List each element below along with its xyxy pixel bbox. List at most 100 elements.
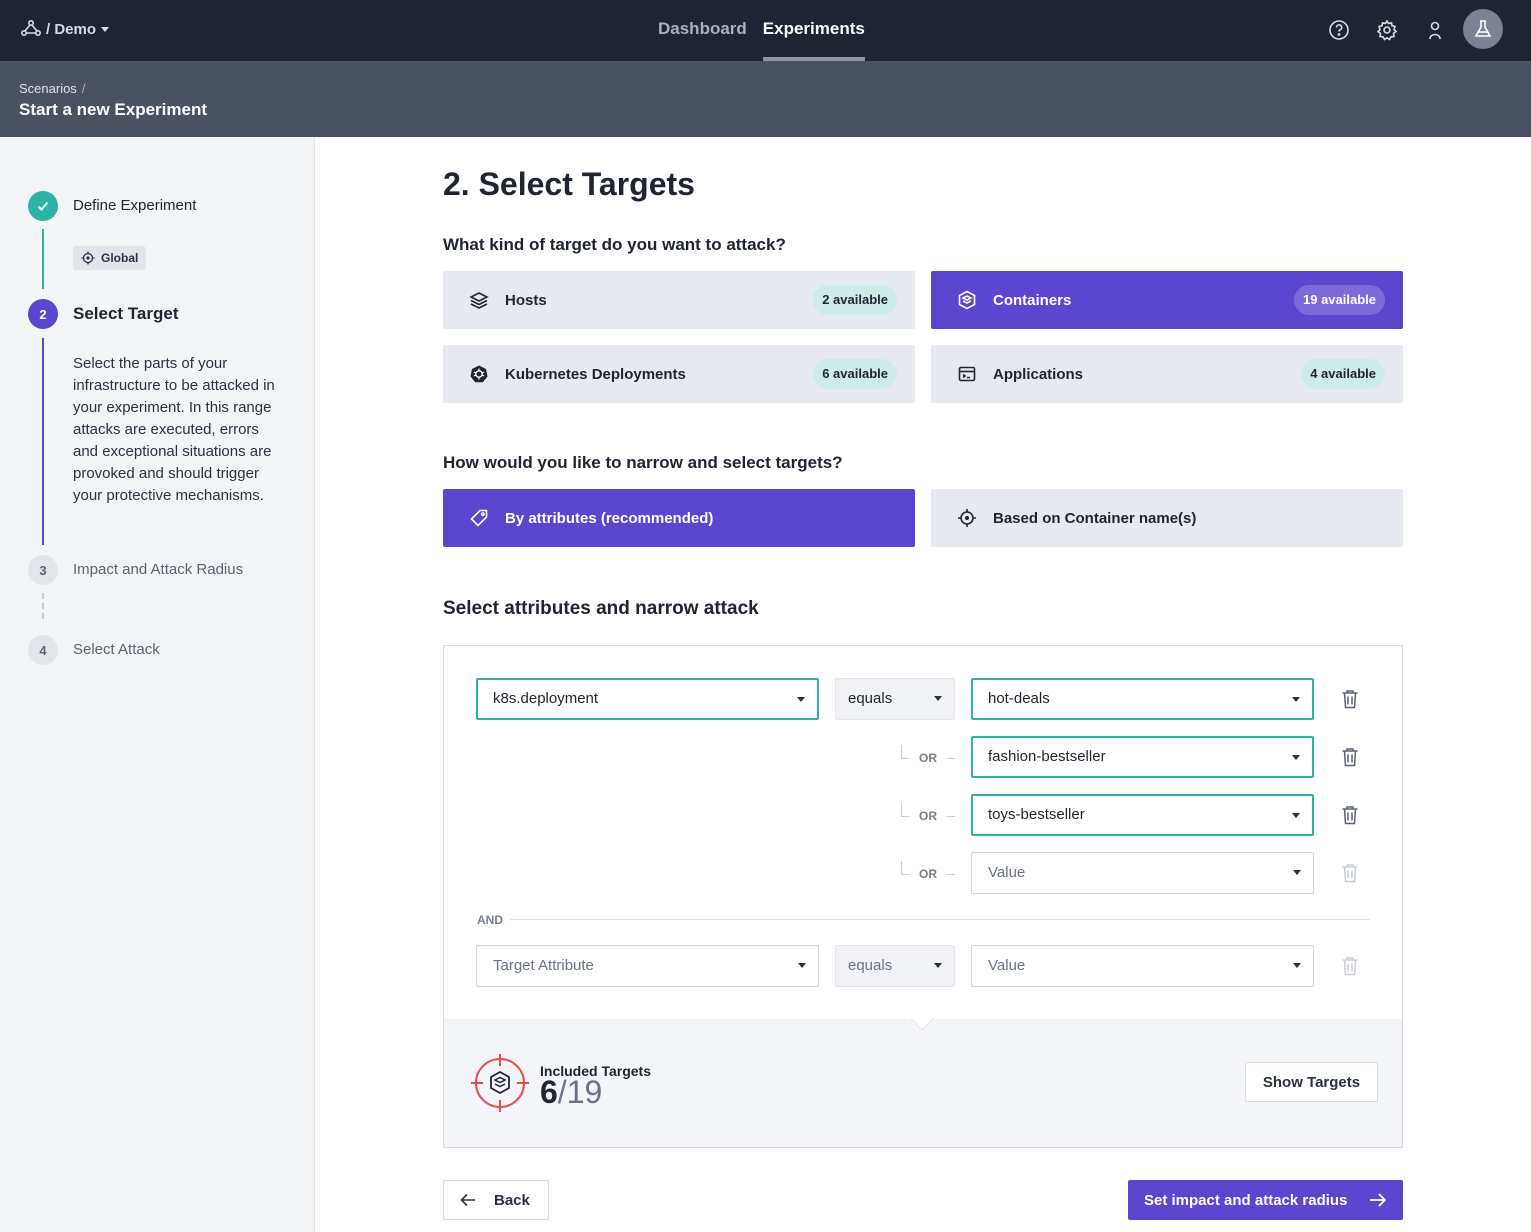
caret-down-icon: [797, 697, 805, 702]
global-tag: Global: [73, 246, 147, 270]
user-icon[interactable]: [1423, 18, 1447, 42]
nav-experiments[interactable]: Experiments: [762, 0, 865, 61]
narrow-option-label: By attributes (recommended): [505, 509, 714, 527]
and-divider: [510, 919, 1370, 920]
step-select-target[interactable]: Select Target: [73, 304, 179, 324]
nav-dashboard[interactable]: Dashboard: [658, 0, 747, 61]
container-icon: [957, 290, 977, 310]
crosshair-icon: [81, 251, 95, 265]
step-number-2: 2: [28, 299, 58, 329]
narrow-question: How would you like to narrow and select …: [443, 453, 843, 472]
step-number-4: 4: [28, 635, 58, 665]
available-badge: 4 available: [1301, 359, 1385, 389]
step-connector: [42, 229, 44, 289]
value-select[interactable]: Value: [971, 852, 1314, 894]
delete-icon: [1340, 862, 1360, 884]
target-type-label: Containers: [993, 291, 1072, 309]
value-text: hot-deals: [988, 690, 1050, 707]
global-tag-label: Global: [101, 251, 139, 265]
step-connector: [42, 593, 44, 619]
arrow-right-icon: [1370, 1193, 1387, 1207]
help-icon[interactable]: [1327, 18, 1351, 42]
target-type-containers[interactable]: Containers 19 available: [931, 271, 1403, 329]
chevron-down-icon: [101, 26, 110, 32]
stepper-sidebar: Define Experiment Global 2 Select Target…: [0, 137, 315, 1232]
show-targets-button[interactable]: Show Targets: [1245, 1062, 1378, 1102]
target-crosshair-icon: [471, 1054, 529, 1112]
value-select[interactable]: hot-deals: [971, 678, 1314, 720]
available-badge: 6 available: [813, 359, 897, 389]
target-type-applications[interactable]: Applications 4 available: [931, 345, 1403, 403]
and-label: AND: [477, 913, 503, 927]
or-label: OR: [919, 809, 937, 823]
narrow-option-label: Based on Container name(s): [993, 509, 1197, 527]
caret-down-icon: [1292, 755, 1300, 760]
delete-icon: [1340, 955, 1360, 977]
notch: [910, 1007, 934, 1031]
settings-icon[interactable]: [1375, 18, 1399, 42]
arrow-left-icon: [460, 1193, 475, 1207]
target-type-hosts[interactable]: Hosts 2 available: [443, 271, 915, 329]
or-connector: [901, 861, 909, 875]
value-select[interactable]: Value: [971, 945, 1314, 987]
section-title: 2. Select Targets: [443, 166, 695, 202]
next-button-label: Set impact and attack radius: [1144, 1191, 1348, 1209]
step-select-attack[interactable]: Select Attack: [73, 641, 160, 658]
kubernetes-icon: [469, 364, 489, 384]
back-button[interactable]: Back: [443, 1180, 549, 1220]
delete-icon[interactable]: [1340, 688, 1360, 710]
step-description: Select the parts of your infrastructure …: [73, 355, 275, 504]
layers-icon: [469, 290, 489, 310]
step-number-3: 3: [28, 555, 58, 585]
attribute-select[interactable]: Target Attribute: [476, 945, 819, 987]
attribute-value: k8s.deployment: [493, 690, 599, 707]
caret-down-icon: [1292, 697, 1300, 702]
back-button-label: Back: [494, 1191, 530, 1209]
attributes-panel: k8s.deployment equals hot-deals OR fashi…: [443, 645, 1403, 1148]
available-badge: 2 available: [813, 285, 897, 315]
flask-icon[interactable]: [1463, 9, 1503, 49]
attribute-select[interactable]: k8s.deployment: [476, 678, 819, 720]
application-icon: [957, 364, 977, 384]
delete-icon[interactable]: [1340, 804, 1360, 826]
target-type-kubernetes[interactable]: Kubernetes Deployments 6 available: [443, 345, 915, 403]
workspace-switcher[interactable]: / Demo: [20, 18, 110, 40]
sub-header: Scenarios / Start a new Experiment: [0, 61, 1531, 137]
narrow-by-attributes[interactable]: By attributes (recommended): [443, 489, 915, 547]
step-define-experiment[interactable]: Define Experiment: [73, 197, 196, 214]
caret-down-icon: [798, 963, 806, 968]
available-badge: 19 available: [1294, 285, 1385, 315]
step-connector: [42, 338, 44, 545]
breadcrumb-separator: /: [81, 81, 86, 96]
included-targets-panel: Included Targets 6/19 Show Targets: [444, 1007, 1402, 1147]
breadcrumb-scenarios[interactable]: Scenarios: [19, 81, 77, 96]
operator-select[interactable]: equals: [835, 678, 955, 720]
or-connector: [901, 803, 909, 817]
operator-select[interactable]: equals: [835, 945, 955, 987]
targets-total: /19: [557, 1074, 603, 1110]
page-title: Start a new Experiment: [19, 100, 208, 119]
value-select[interactable]: fashion-bestseller: [971, 736, 1314, 778]
or-label: OR: [919, 867, 937, 881]
value-placeholder: Value: [988, 864, 1026, 881]
main-nav: Dashboard Experiments: [658, 0, 881, 61]
target-type-label: Hosts: [505, 291, 547, 309]
step-impact-radius[interactable]: Impact and Attack Radius: [73, 561, 243, 578]
caret-down-icon: [934, 963, 942, 968]
workspace-name: / Demo: [46, 20, 97, 38]
or-label: OR: [919, 751, 937, 765]
set-impact-radius-button[interactable]: Set impact and attack radius: [1128, 1180, 1403, 1220]
value-select[interactable]: toys-bestseller: [971, 794, 1314, 836]
targets-count: 6: [540, 1074, 558, 1110]
tag-icon: [469, 508, 489, 528]
or-connector: [947, 758, 955, 759]
target-type-label: Kubernetes Deployments: [505, 365, 686, 383]
narrow-by-container-name[interactable]: Based on Container name(s): [931, 489, 1403, 547]
value-placeholder: Value: [988, 957, 1026, 974]
delete-icon[interactable]: [1340, 746, 1360, 768]
top-bar: / Demo Dashboard Experiments: [0, 0, 1531, 61]
attributes-heading: Select attributes and narrow attack: [443, 598, 759, 619]
target-question: What kind of target do you want to attac…: [443, 235, 786, 254]
operator-value: equals: [848, 957, 893, 974]
operator-value: equals: [848, 690, 893, 707]
